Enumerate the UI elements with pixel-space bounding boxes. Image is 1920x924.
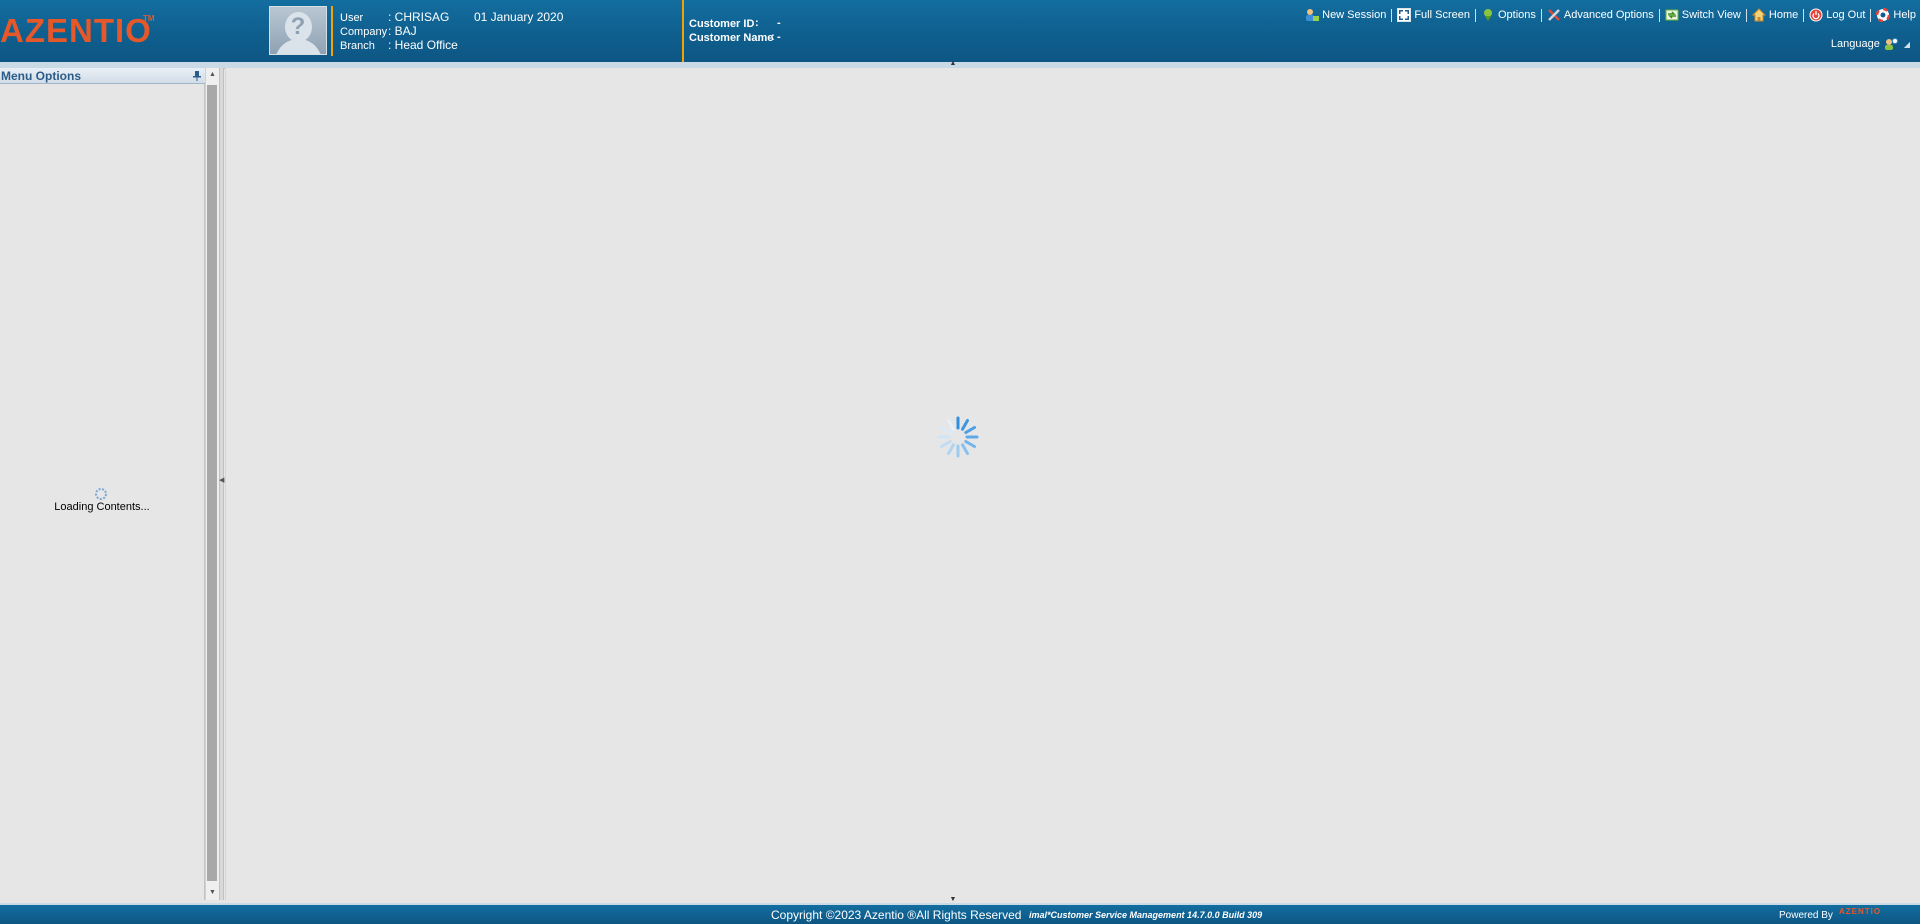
help-icon xyxy=(1876,7,1891,23)
panel-splitter[interactable]: ◀ xyxy=(219,68,224,900)
resize-grip-icon: ◢ xyxy=(1903,39,1910,49)
log-out-label: Log Out xyxy=(1826,9,1866,21)
logo-trademark: TM xyxy=(143,14,155,23)
toolbar-separator xyxy=(1745,8,1747,22)
advanced-options-button[interactable]: Advanced Options xyxy=(1543,8,1658,22)
switch-view-label: Switch View xyxy=(1681,9,1741,21)
switch-view-icon xyxy=(1665,8,1679,22)
toolbar-separator xyxy=(1391,8,1393,22)
avatar-shoulders-shape xyxy=(275,39,322,54)
toolbar-separator xyxy=(1540,8,1542,22)
loading-spinner-icon xyxy=(937,416,979,458)
company-value: : BAJ xyxy=(388,24,417,38)
log-out-icon xyxy=(1809,8,1823,22)
user-label: User xyxy=(340,12,364,24)
log-out-button[interactable]: Log Out xyxy=(1805,8,1869,22)
pin-icon[interactable] xyxy=(192,70,202,82)
menu-options-panel: Menu Options Loading Contents... xyxy=(0,68,219,900)
advanced-options-icon xyxy=(1547,8,1561,22)
language-icon xyxy=(1884,37,1898,51)
options-label: Options xyxy=(1497,9,1536,21)
user-info-divider xyxy=(331,6,333,56)
user-value: : CHRISAG xyxy=(388,10,450,24)
language-selector[interactable]: Language ◢ xyxy=(1831,37,1910,51)
toolbar-separator xyxy=(1658,8,1660,22)
menu-options-title-text: Menu Options xyxy=(1,69,81,83)
collapse-sidebar-icon[interactable]: ◀ xyxy=(219,470,224,492)
switch-view-button[interactable]: Switch View xyxy=(1661,8,1745,22)
branch-label: Branch xyxy=(340,40,375,52)
language-label: Language xyxy=(1830,38,1880,50)
customer-id-value: - xyxy=(777,17,781,29)
options-button[interactable]: Options xyxy=(1477,8,1540,22)
copyright-text: Copyright ©2023 Azentio ®All Rights Rese… xyxy=(771,908,1022,922)
header-bar: AZENTIO TM ? User : CHRISAG 01 January 2… xyxy=(0,0,1920,62)
menu-scrollbar[interactable]: ▲ ▼ xyxy=(205,68,219,900)
home-button[interactable]: Home xyxy=(1748,8,1802,22)
advanced-options-label: Advanced Options xyxy=(1563,9,1654,21)
collapse-header-icon[interactable]: ▲ xyxy=(948,60,958,67)
branch-value: : Head Office xyxy=(388,38,458,52)
azentio-logo: AZENTIO xyxy=(0,12,152,49)
help-label: Help xyxy=(1893,9,1916,21)
toolbar-separator xyxy=(1870,8,1872,22)
help-button[interactable]: Help xyxy=(1872,7,1920,23)
home-label: Home xyxy=(1768,9,1799,21)
version-text: imal*Customer Service Management 14.7.0.… xyxy=(1029,910,1263,920)
header-toolbar: New Session Full Screen Options Advanced… xyxy=(1301,7,1920,23)
full-screen-button[interactable]: Full Screen xyxy=(1393,8,1474,22)
loading-contents-text: Loading Contents... xyxy=(54,501,150,513)
scroll-down-icon[interactable]: ▼ xyxy=(206,886,219,900)
new-session-icon xyxy=(1305,8,1320,22)
session-date: 01 January 2020 xyxy=(474,10,564,24)
customer-id-label: Customer ID xyxy=(689,18,755,30)
customer-id-separator: : xyxy=(755,17,759,29)
customer-name-value: - xyxy=(777,31,781,43)
new-session-button[interactable]: New Session xyxy=(1301,8,1390,22)
toolbar-separator xyxy=(1803,8,1805,22)
scrollbar-thumb[interactable] xyxy=(207,85,217,881)
powered-by-text: Powered By xyxy=(1779,910,1833,921)
main-content-area xyxy=(225,68,1920,900)
customer-name-label: Customer Name xyxy=(689,32,774,44)
user-avatar[interactable]: ? xyxy=(269,6,327,55)
home-icon xyxy=(1751,8,1767,22)
options-icon xyxy=(1481,8,1495,22)
customer-name-separator: : xyxy=(771,31,775,43)
powered-by-logo: AZENTIO xyxy=(1839,907,1882,916)
full-screen-label: Full Screen xyxy=(1414,9,1470,21)
avatar-question-mark: ? xyxy=(290,13,306,40)
toolbar-separator xyxy=(1474,8,1476,22)
scroll-up-icon[interactable]: ▲ xyxy=(206,68,219,82)
new-session-label: New Session xyxy=(1322,9,1387,21)
company-label: Company xyxy=(340,26,388,38)
menu-options-title: Menu Options xyxy=(0,68,219,84)
full-screen-icon xyxy=(1397,8,1412,22)
loading-spinner-small-icon xyxy=(95,488,107,500)
customer-info-divider xyxy=(682,0,684,62)
footer-bar: Copyright ©2023 Azentio ®All Rights Rese… xyxy=(0,903,1920,924)
